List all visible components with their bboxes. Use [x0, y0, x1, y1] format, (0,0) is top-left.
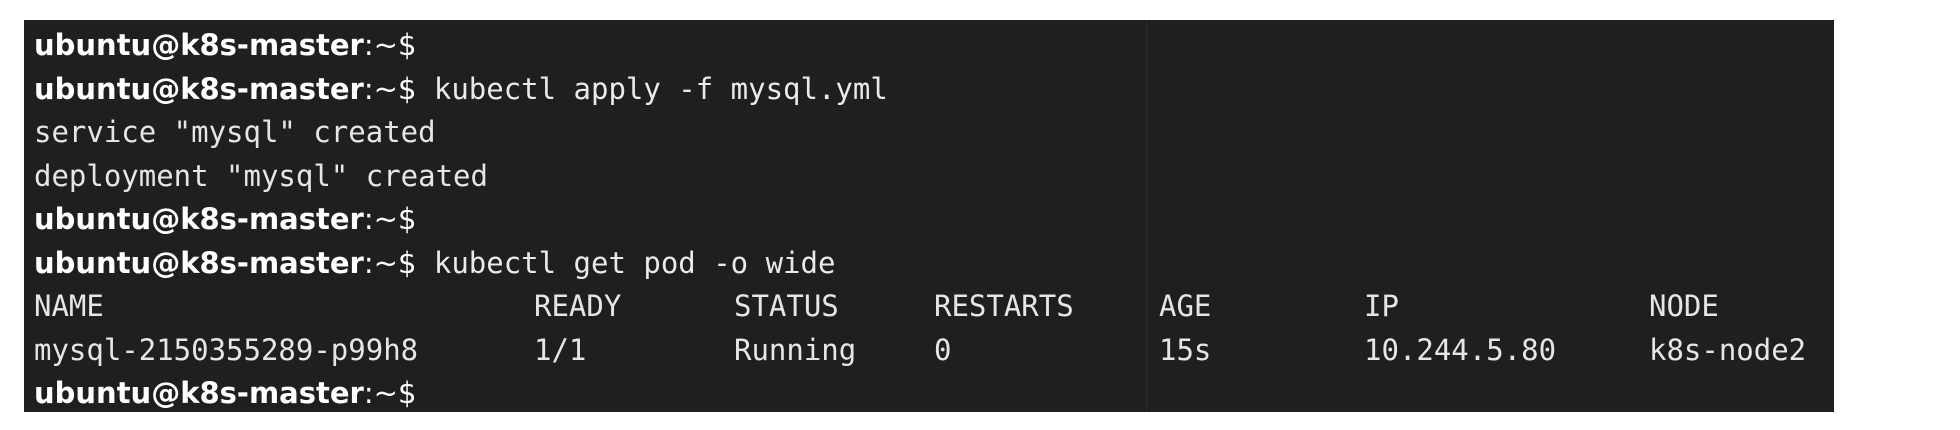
column-header-status: STATUS — [734, 289, 839, 323]
pod-ip-cell: 10.244.5.80 — [1364, 332, 1557, 367]
terminal-window[interactable]: ubuntu@k8s-master:~$ ubuntu@k8s-master:~… — [24, 20, 1834, 412]
column-header-name: NAME — [34, 289, 104, 323]
prompt-user-host: ubuntu@k8s-master — [34, 376, 364, 410]
prompt-path: :~ — [363, 202, 398, 236]
prompt-symbol: $ — [397, 28, 417, 62]
column-header-restarts: RESTARTS — [934, 289, 1074, 323]
prompt-symbol: $ — [397, 245, 417, 280]
table-header-row: NAME READY STATUS RESTARTS AGE IP NODE — [34, 285, 1834, 329]
command-text: kubectl apply -f mysql.yml — [433, 71, 888, 106]
pod-status-cell: Running — [734, 332, 857, 367]
prompt-path: :~ — [363, 28, 398, 62]
prompt-symbol: $ — [397, 202, 417, 236]
prompt-symbol: $ — [397, 71, 417, 106]
column-header-ip: IP — [1364, 289, 1399, 323]
terminal-line: ubuntu@k8s-master:~$ — [34, 24, 1834, 68]
prompt-user-host: ubuntu@k8s-master — [34, 202, 364, 236]
output-line: deployment "mysql" created — [34, 158, 488, 193]
prompt-path: :~ — [363, 71, 398, 106]
pod-ready-cell: 1/1 — [534, 332, 587, 367]
column-header-ready: READY — [534, 289, 622, 323]
pod-age-cell: 15s — [1159, 332, 1212, 367]
column-header-age: AGE — [1159, 289, 1212, 323]
prompt-user-host: ubuntu@k8s-master — [34, 71, 364, 106]
prompt-path: :~ — [363, 245, 398, 280]
terminal-line[interactable]: ubuntu@k8s-master:~$ — [34, 372, 1834, 412]
pod-name-cell: mysql-2150355289-p99h8 — [34, 332, 419, 367]
pod-node-cell: k8s-node2 — [1649, 332, 1807, 367]
column-header-node: NODE — [1649, 289, 1719, 323]
output-line: service "mysql" created — [34, 115, 436, 149]
prompt-symbol: $ — [397, 376, 417, 410]
command-text: kubectl get pod -o wide — [433, 245, 836, 280]
terminal-line: ubuntu@k8s-master:~$ kubectl get pod -o … — [34, 242, 1834, 286]
table-row: mysql-2150355289-p99h8 1/1 Running 0 15s… — [34, 329, 1834, 373]
prompt-user-host: ubuntu@k8s-master — [34, 28, 364, 62]
prompt-user-host: ubuntu@k8s-master — [34, 245, 364, 280]
terminal-line: ubuntu@k8s-master:~$ — [34, 198, 1834, 242]
terminal-line: ubuntu@k8s-master:~$ kubectl apply -f my… — [34, 68, 1834, 112]
pod-restarts-cell: 0 — [934, 332, 952, 367]
prompt-path: :~ — [363, 376, 398, 410]
